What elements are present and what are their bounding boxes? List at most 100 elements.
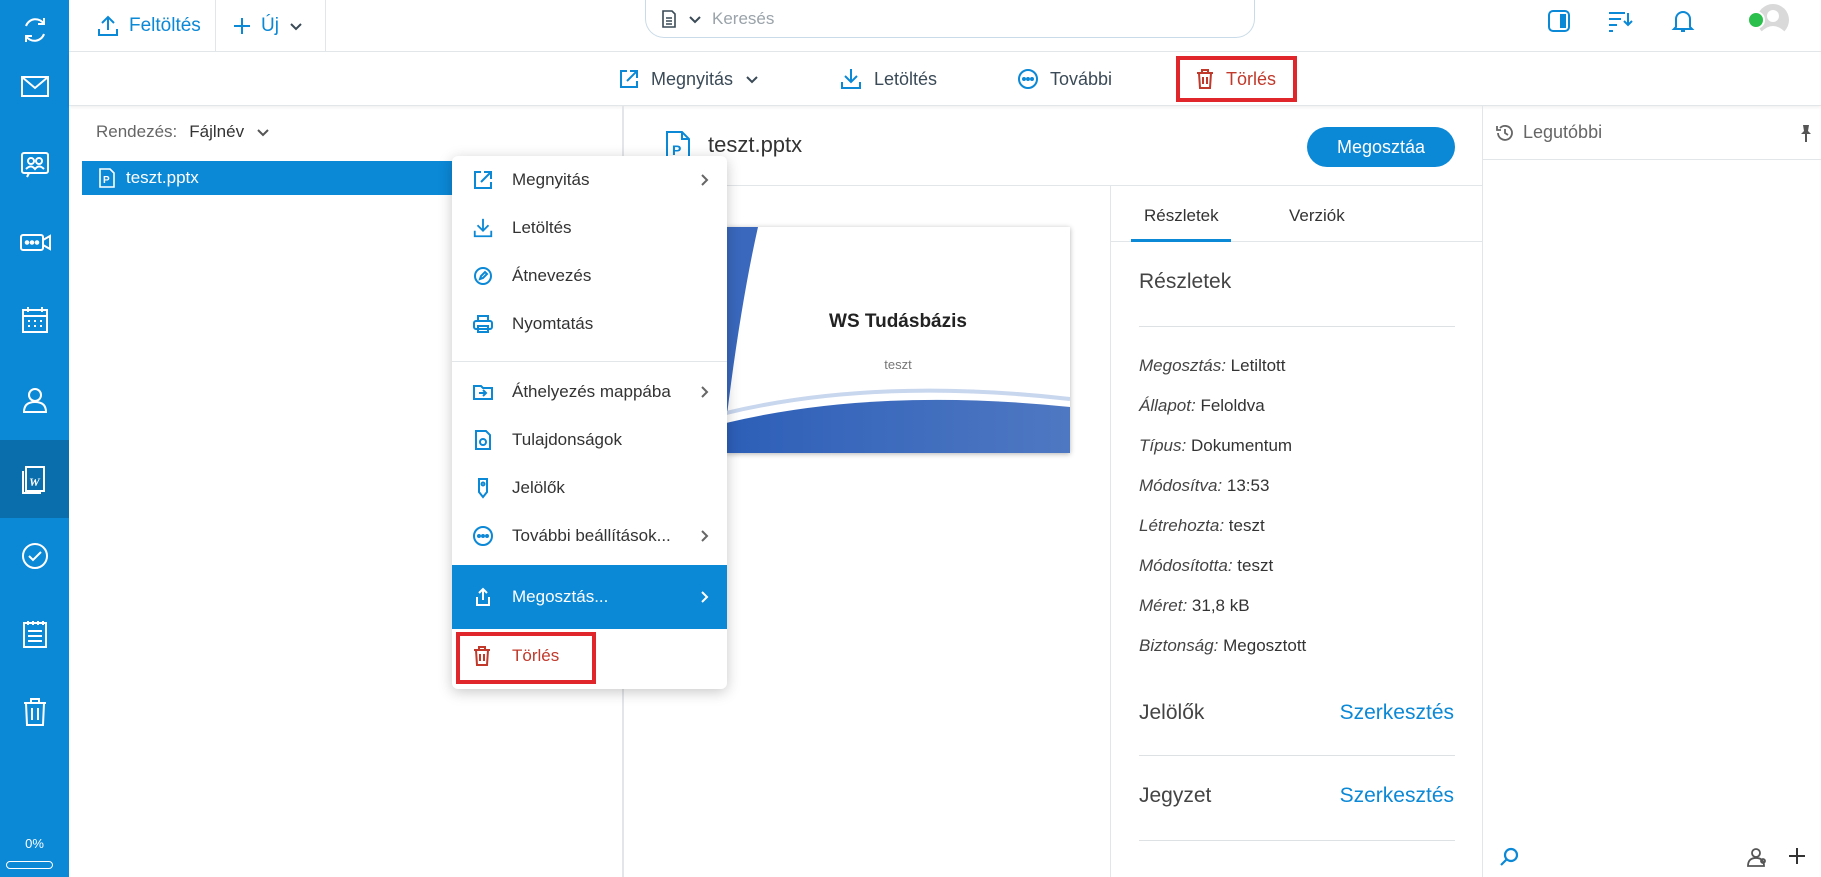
tasks-icon[interactable]: [0, 526, 69, 586]
slide-decoration: [726, 227, 1070, 453]
menu-item-tags[interactable]: Jelölők: [452, 464, 727, 512]
search-input[interactable]: [712, 8, 1192, 29]
chevron-right-icon: [697, 172, 711, 192]
notes-icon[interactable]: [0, 604, 69, 664]
tags-title: Jelölők: [1139, 701, 1205, 724]
prop-modified-by: Módosította: teszt: [1139, 556, 1274, 575]
preview-header: P teszt.pptx Megosztáa: [626, 106, 1482, 186]
recent-panel: Legutóbbi: [1482, 106, 1821, 877]
active-tab-indicator: [1131, 239, 1231, 242]
tab-details[interactable]: Részletek: [1144, 206, 1219, 226]
open-label: Megnyitás: [651, 68, 734, 89]
search-icon[interactable]: [1499, 846, 1521, 868]
share-icon: [472, 586, 494, 608]
chevron-right-icon: [697, 528, 711, 548]
menu-separator: [452, 361, 727, 362]
menu-item-share[interactable]: Megosztás...: [452, 565, 727, 629]
search-box[interactable]: [645, 0, 1255, 38]
menu-item-open[interactable]: Megnyitás: [452, 156, 727, 204]
action-bar: Megnyitás Letöltés További Törlés: [69, 52, 1821, 106]
external-link-icon: [472, 169, 494, 191]
sort-label: Rendezés:: [96, 122, 178, 141]
sort-list-icon[interactable]: [1604, 5, 1636, 37]
menu-item-more-settings[interactable]: További beállítások...: [452, 512, 727, 560]
download-button[interactable]: Letöltés: [839, 52, 937, 106]
tags-edit-link[interactable]: Szerkesztés: [1340, 701, 1454, 725]
download-icon: [841, 69, 861, 89]
prop-created-by: Létrehozta: teszt: [1139, 516, 1265, 535]
avatar[interactable]: [1745, 0, 1789, 44]
new-label: Új: [261, 15, 279, 36]
note-title: Jegyzet: [1139, 784, 1212, 807]
highlight-frame: [456, 632, 596, 684]
more-button[interactable]: További: [1017, 52, 1112, 106]
prop-size: Méret: 31,8 kB: [1139, 596, 1250, 615]
share-button[interactable]: Megosztáa: [1307, 127, 1455, 167]
prop-modified: Módosítva: 13:53: [1139, 476, 1270, 495]
properties-icon: [472, 429, 494, 451]
menu-item-download[interactable]: Letöltés: [452, 204, 727, 252]
menu-item-rename[interactable]: Átnevezés: [452, 252, 727, 300]
tab-versions[interactable]: Verziók: [1289, 206, 1345, 226]
open-button[interactable]: Megnyitás: [618, 52, 760, 106]
menu-item-print[interactable]: Nyomtatás: [452, 300, 727, 348]
history-icon: [1496, 124, 1513, 141]
mail-icon[interactable]: [0, 56, 69, 116]
divider: [1139, 755, 1455, 756]
users-icon[interactable]: [1745, 846, 1769, 868]
chevron-right-icon: [697, 384, 711, 404]
quota-label: 0%: [25, 836, 44, 851]
sidebar-toggle-icon[interactable]: [1543, 5, 1575, 37]
divider: [1139, 326, 1455, 327]
video-call-icon[interactable]: [0, 212, 69, 272]
upload-icon: [98, 15, 118, 36]
slide-preview[interactable]: WS Tudásbázis teszt: [726, 227, 1070, 453]
sync-icon[interactable]: [0, 0, 69, 60]
slide-subtitle: teszt: [884, 357, 912, 372]
highlight-frame: [1176, 56, 1297, 102]
menu-item-properties[interactable]: Tulajdonságok: [452, 416, 727, 464]
divider: [325, 0, 326, 52]
add-icon[interactable]: [1787, 846, 1807, 866]
prop-sharing: Megosztás: Letiltott: [1139, 356, 1286, 375]
bell-icon[interactable]: [1667, 5, 1699, 37]
chevron-down-icon: [290, 23, 302, 31]
details-section-title: Részletek: [1139, 270, 1232, 293]
sort-control[interactable]: Rendezés: Fájlnév: [96, 122, 270, 142]
recent-header: Legutóbbi: [1483, 106, 1821, 160]
contacts-icon[interactable]: [0, 134, 69, 194]
divider: [215, 0, 216, 52]
chevron-down-icon[interactable]: [256, 125, 270, 139]
details-panel: Részletek Verziók Részletek Megosztás: L…: [1110, 186, 1483, 877]
svg-text:W: W: [29, 475, 41, 489]
sort-value[interactable]: Fájlnév: [189, 122, 244, 142]
move-folder-icon: [472, 381, 494, 403]
calendar-icon[interactable]: [0, 290, 69, 350]
more-icon: [472, 525, 494, 547]
user-icon[interactable]: [0, 370, 69, 430]
upload-button[interactable]: Feltöltés: [96, 0, 201, 52]
new-button[interactable]: Új: [232, 0, 304, 52]
prop-security: Biztonság: Megosztott: [1139, 636, 1307, 655]
pencil-icon: [472, 265, 494, 287]
divider: [1139, 840, 1455, 841]
documents-icon[interactable]: W: [0, 440, 69, 518]
svg-text:P: P: [103, 175, 110, 186]
more-icon: [1018, 69, 1038, 89]
slide-title: WS Tudásbázis: [829, 311, 967, 332]
preview-file-title: teszt.pptx: [708, 132, 803, 157]
menu-item-move-to-folder[interactable]: Áthelyezés mappába: [452, 368, 727, 416]
pin-icon[interactable]: [1797, 123, 1815, 143]
top-bar: Feltöltés Új: [69, 0, 1821, 52]
quota-bar: [6, 861, 53, 869]
plus-icon: [234, 18, 250, 34]
document-scope-icon[interactable]: [660, 9, 678, 29]
context-menu: Megnyitás Letöltés Átnevezés Nyomtatás Á…: [452, 156, 727, 689]
download-label: Letöltés: [874, 68, 938, 89]
note-edit-link[interactable]: Szerkesztés: [1340, 784, 1454, 808]
upload-label: Feltöltés: [129, 15, 201, 36]
recent-label: Legutóbbi: [1523, 122, 1603, 142]
tag-icon: [472, 477, 494, 499]
chevron-down-icon[interactable]: [688, 12, 702, 26]
trash-rail-icon[interactable]: [0, 682, 69, 742]
